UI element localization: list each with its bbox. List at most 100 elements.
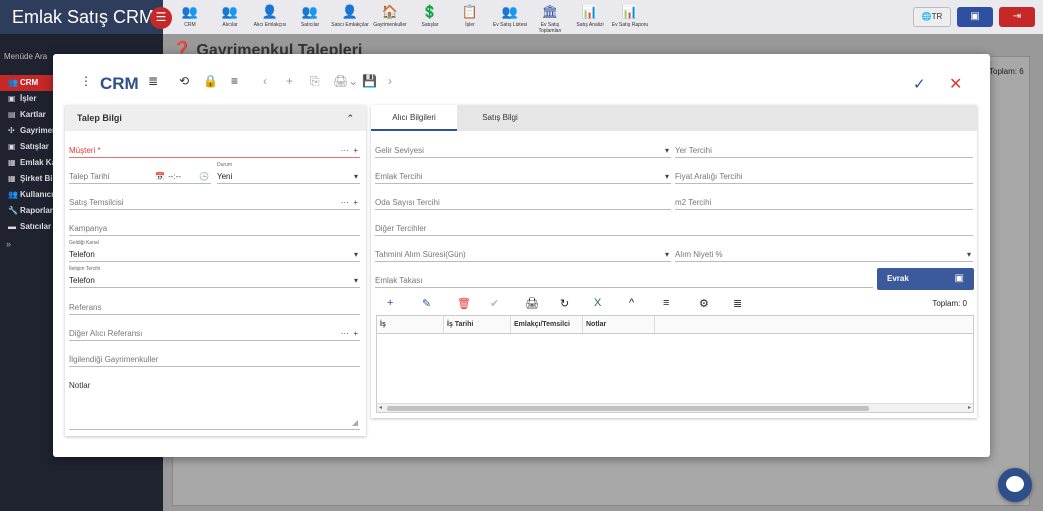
module-icon: 🏠 bbox=[381, 4, 399, 19]
grid-scroll-thumb[interactable] bbox=[387, 406, 869, 411]
grid-tool-icon-2[interactable]: 🗑 bbox=[457, 297, 471, 310]
grid-tool-icon-4[interactable]: 🖨 bbox=[525, 297, 539, 310]
scroll-left-icon[interactable]: ◂ bbox=[379, 404, 382, 413]
prev-icon[interactable]: ‹ bbox=[263, 74, 267, 88]
grid-col-emlakci[interactable]: Emlakçı/Temsilci bbox=[511, 316, 583, 333]
oda-sayisi-field[interactable]: Oda Sayısı Tercihi bbox=[375, 196, 671, 210]
module-8[interactable]: 👥 Ev Satış Listesi bbox=[490, 2, 530, 34]
module-5[interactable]: 🏠 Gayrimenkuller bbox=[370, 2, 410, 34]
grid-tool-icon-6[interactable]: X bbox=[594, 297, 601, 309]
database-icon[interactable]: ≣ bbox=[148, 74, 158, 88]
dropdown-icon[interactable]: ▾ bbox=[967, 250, 971, 259]
grid-tool-icon-5[interactable]: ↻ bbox=[560, 297, 569, 310]
notlar-textarea[interactable]: Notlar ◢ bbox=[69, 379, 360, 430]
dropdown-icon[interactable]: ▾ bbox=[665, 172, 669, 181]
durum-field[interactable]: Durum Yeni ▾ bbox=[217, 162, 360, 184]
scroll-right-icon[interactable]: ▸ bbox=[968, 404, 971, 413]
ilgilendigi-gayrimenkuller-field[interactable]: İlgilendiği Gayrimenkuller bbox=[69, 353, 360, 367]
grid-tool-icon-8[interactable]: ≡ bbox=[663, 297, 669, 309]
chevron-up-icon[interactable]: ⌃ bbox=[346, 113, 354, 124]
grid-col-notlar[interactable]: Notlar bbox=[583, 316, 655, 333]
talep-bilgi-header[interactable]: Talep Bilgi ⌃ bbox=[65, 105, 366, 131]
lock-icon[interactable]: 🔒 bbox=[203, 74, 218, 88]
emlak-tercihi-field[interactable]: Emlak Tercihi ▾ bbox=[375, 170, 671, 184]
clock-icon[interactable]: 🕒 bbox=[199, 172, 209, 181]
grid-scrollbar[interactable]: ◂ ▸ bbox=[377, 403, 973, 412]
geldigi-kanal-field[interactable]: Geldiği Kanal Telefon ▾ bbox=[69, 240, 360, 262]
resize-handle-icon[interactable]: ◢ bbox=[352, 418, 358, 427]
grid-tool-icon-7[interactable]: ^ bbox=[629, 297, 634, 309]
module-6[interactable]: 💲 Satışlar bbox=[410, 2, 450, 34]
screen-icon[interactable]: ▣ bbox=[957, 7, 993, 27]
module-0[interactable]: 👥 CRM bbox=[170, 2, 210, 34]
add-icon[interactable]: + bbox=[353, 329, 358, 338]
language-button[interactable]: 🌐TR bbox=[913, 7, 951, 27]
yer-tercihi-field[interactable]: Yer Tercihi bbox=[675, 144, 973, 158]
module-icon: 📋 bbox=[461, 4, 479, 19]
referans-field[interactable]: Referans bbox=[69, 301, 360, 315]
lookup-icon[interactable]: ··· bbox=[341, 146, 349, 155]
emlak-tercihi-label: Emlak Tercihi bbox=[375, 172, 423, 181]
next-icon[interactable]: › bbox=[388, 74, 392, 88]
tahmini-alim-field[interactable]: Tahmini Alım Süresi(Gün) ▾ bbox=[375, 248, 671, 262]
module-9[interactable]: 🏛 Ev Satış Toplamları bbox=[530, 2, 570, 34]
module-11[interactable]: 📊 Ev Satış Raporu bbox=[610, 2, 650, 34]
more-vert-icon[interactable]: ⋮ bbox=[80, 74, 92, 88]
logout-icon[interactable]: ⇥ bbox=[999, 7, 1035, 27]
add-icon[interactable]: + bbox=[286, 74, 293, 88]
talep-tarihi-field[interactable]: Talep Tarihi 📅 --:-- 🕒 bbox=[69, 170, 211, 184]
tab-alici-bilgileri[interactable]: Alıcı Bilgileri bbox=[371, 105, 457, 131]
tab-satis-bilgi[interactable]: Satış Bilgi bbox=[457, 105, 543, 131]
musteri-field[interactable]: Müşteri * ··· + bbox=[69, 144, 360, 158]
module-4[interactable]: 👤 Satıcı Emlakçılar bbox=[330, 2, 370, 34]
talep-tarihi-label: Talep Tarihi bbox=[69, 172, 110, 181]
calendar-icon[interactable]: 📅 bbox=[155, 172, 165, 181]
grid-tool-icon-9[interactable]: ⚙ bbox=[699, 297, 709, 310]
sidebar-item-icon: 👥 bbox=[8, 190, 18, 199]
m2-tercihi-field[interactable]: m2 Tercihi bbox=[675, 196, 973, 210]
module-bar: 👥 CRM 👥 Alıcılar 👤 Alıcı Emlakçısı 👥 Satıcılar 👤… bbox=[170, 2, 650, 34]
copy-icon[interactable]: ⎘ bbox=[310, 74, 320, 89]
grid-tool-icon-10[interactable]: ≣ bbox=[733, 297, 742, 310]
grid-col-is-tarihi[interactable]: İş Tarihi bbox=[444, 316, 511, 333]
save-icon[interactable]: 💾 bbox=[362, 74, 377, 88]
dropdown-icon[interactable]: ▾ bbox=[354, 276, 358, 285]
module-1[interactable]: 👥 Alıcılar bbox=[210, 2, 250, 34]
confirm-icon[interactable]: ✓ bbox=[913, 75, 926, 93]
add-icon[interactable]: + bbox=[353, 146, 358, 155]
history-icon[interactable]: ⟲ bbox=[179, 74, 189, 88]
fiyat-araligi-field[interactable]: Fiyat Aralığı Tercihi bbox=[675, 170, 973, 184]
menu-toggle-button[interactable]: ☰ bbox=[150, 7, 172, 29]
grid-tool-icon-3[interactable]: ✔ bbox=[490, 297, 499, 310]
diger-tercihler-field[interactable]: Diğer Tercihler bbox=[375, 222, 973, 236]
gelir-seviyesi-field[interactable]: Gelir Seviyesi ▾ bbox=[375, 144, 671, 158]
diger-alici-referansi-field[interactable]: Diğer Alıcı Referansı ··· + bbox=[69, 327, 360, 341]
chat-button[interactable] bbox=[998, 468, 1032, 502]
lookup-icon[interactable]: ··· bbox=[341, 198, 349, 207]
dropdown-icon[interactable]: ▾ bbox=[665, 250, 669, 259]
close-icon[interactable]: ✕ bbox=[949, 74, 962, 94]
time-input[interactable]: --:-- bbox=[168, 172, 181, 181]
grid-col-is[interactable]: İş bbox=[377, 316, 444, 333]
kampanya-field[interactable]: Kampanya bbox=[69, 222, 360, 236]
print-icon[interactable]: 🖨⌄ bbox=[333, 74, 358, 88]
list-icon[interactable]: ≡ bbox=[231, 74, 238, 88]
lookup-icon[interactable]: ··· bbox=[341, 329, 349, 338]
dropdown-icon[interactable]: ▾ bbox=[354, 250, 358, 259]
module-2[interactable]: 👤 Alıcı Emlakçısı bbox=[250, 2, 290, 34]
dropdown-icon[interactable]: ▾ bbox=[354, 172, 358, 181]
emlak-takasi-field[interactable]: Emlak Takası bbox=[375, 274, 873, 288]
grid-tool-icon-0[interactable]: + bbox=[387, 297, 393, 309]
module-icon: 👥 bbox=[301, 4, 319, 19]
module-3[interactable]: 👥 Satıcılar bbox=[290, 2, 330, 34]
dropdown-icon[interactable]: ▾ bbox=[665, 146, 669, 155]
satis-temsilcisi-field[interactable]: Satış Temsilcisi ··· + bbox=[69, 196, 360, 210]
alim-niyeti-field[interactable]: Alım Niyeti % ▾ bbox=[675, 248, 973, 262]
iletisim-tercihi-field[interactable]: İletişim Tercihi Telefon ▾ bbox=[69, 266, 360, 288]
evrak-button[interactable]: Evrak ▣ bbox=[877, 268, 974, 290]
add-icon[interactable]: + bbox=[353, 198, 358, 207]
musteri-label: Müşteri * bbox=[69, 146, 101, 155]
grid-tool-icon-1[interactable]: ✎ bbox=[422, 297, 431, 310]
module-7[interactable]: 📋 İşler bbox=[450, 2, 490, 34]
module-10[interactable]: 📊 Satış Analizi bbox=[570, 2, 610, 34]
